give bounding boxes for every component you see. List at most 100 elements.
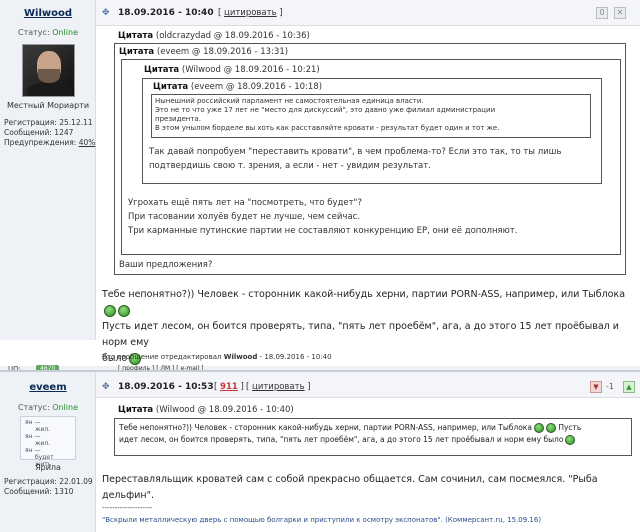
quote-title-4: Цитата (eveem @ 18.09.2016 - 10:18) — [153, 82, 322, 92]
post-body: Переставляльщик кроватей сам с собой пре… — [102, 474, 598, 501]
post-date: 18.09.2016 - 10:53 — [118, 382, 214, 392]
warn-value[interactable]: 40% — [79, 138, 96, 147]
quote-title: Цитата (Wilwood @ 18.09.2016 - 10:40) — [118, 405, 294, 415]
quote-title-3: Цитата (Wilwood @ 18.09.2016 - 10:21) — [144, 65, 320, 75]
quote-title-2: Цитата (eveem @ 18.09.2016 - 13:31) — [119, 47, 288, 57]
rating-box[interactable]: 0 — [596, 7, 608, 19]
quote-link-label[interactable]: цитировать — [224, 8, 277, 18]
quote-4-line: В этом унылом борделе вы хоть как расста… — [155, 124, 500, 132]
meme-line: ян — — [25, 433, 41, 440]
post-eveem: eveem Статус: Online ян — жил. ян — жил.… — [0, 372, 640, 532]
post-header: ✥ 18.09.2016 - 10:53 [ 911 ] [ цитироват… — [96, 372, 640, 398]
vote-up-icon[interactable]: ▲ — [623, 381, 635, 393]
signature-quote: "Вскрыли металлическую дверь с помощью б… — [102, 516, 443, 524]
quote-link-label[interactable]: цитировать — [252, 382, 305, 392]
quote-meta: (eveem @ 18.09.2016 - 10:18) — [190, 82, 323, 92]
quote-2: Цитата (Wilwood @ 18.09.2016 - 10:21) Ци… — [121, 59, 621, 255]
quote-text: Тебе непонятно?)) Человек - сторонник ка… — [119, 423, 532, 432]
author-username[interactable]: eveem — [0, 382, 96, 393]
quote-meta: (Wilwood @ 18.09.2016 - 10:40) — [155, 405, 294, 415]
quote-4-line: Это не то что уже 17 лет не "место для д… — [155, 106, 496, 114]
reg-value: 22.01.09 — [59, 477, 93, 486]
smiley-icon — [533, 423, 544, 433]
signature-divider: -------------------- — [102, 504, 153, 512]
quote-button[interactable]: [ цитировать ] — [246, 382, 311, 392]
smiley-icon — [565, 435, 576, 445]
quote-4-line: президента. — [155, 115, 201, 123]
close-icon[interactable]: ✕ — [614, 7, 626, 19]
quote-meta: (eveem @ 18.09.2016 - 13:31) — [156, 47, 289, 57]
author-status: Статус: Online — [0, 28, 96, 37]
quote-outer: Цитата (eveem @ 18.09.2016 - 13:31) Цита… — [114, 43, 626, 275]
quote-box: Тебе непонятно?)) Человек - сторонник ка… — [114, 418, 632, 456]
rating-value: -1 — [606, 382, 614, 391]
post-anchor-icon[interactable]: ✥ — [102, 382, 112, 392]
vote-down-icon[interactable]: ▼ — [590, 381, 602, 393]
quote-2-line: При тасовании холуёв будет не лучше, чем… — [128, 212, 361, 222]
quote-label: Цитата — [119, 47, 155, 57]
quote-4-line: Нынешний российский парламент не самосто… — [155, 97, 424, 105]
avatar — [22, 44, 75, 97]
meme-line: жил. — [35, 440, 51, 447]
quote-meta: (Wilwood @ 18.09.2016 - 10:21) — [181, 65, 320, 75]
user-title: Ярила — [35, 463, 61, 472]
post-main: ✥ 18.09.2016 - 10:53 [ 911 ] [ цитироват… — [96, 372, 640, 532]
quote-3-text: Так давай попробуем "переставить кровати… — [149, 145, 599, 173]
post-main: ✥ 18.09.2016 - 10:40 [ цитировать ] 0 ✕ … — [96, 0, 640, 365]
rating-link[interactable]: [ 911 ] — [214, 382, 244, 392]
post-anchor-icon[interactable]: ✥ — [102, 8, 112, 18]
author-username[interactable]: Wilwood — [0, 8, 96, 19]
quote-text: Пусть — [558, 423, 582, 432]
reg-label: Регистрация: — [4, 118, 57, 127]
meme-line: ян — — [25, 419, 41, 426]
signature-source: (Коммерсант.ru, 15.09.16) — [445, 516, 542, 524]
edited-author: Wilwood — [223, 353, 258, 361]
author-stats: Регистрация: 22.01.09 Сообщений: 1310 — [4, 477, 96, 497]
body-line: Пусть идет лесом, он боится проверять, т… — [102, 321, 619, 348]
quote-label: Цитата — [144, 65, 180, 75]
avatar-meme: ян — жил. ян — жил. ян — будет жить. — [20, 416, 76, 468]
quote-2-text: Угрохать ещё пять лет на "посмотреть, чт… — [128, 196, 614, 238]
rating-number[interactable]: 911 — [220, 382, 238, 392]
edited-prefix: Это сообщение отредактировал — [102, 353, 222, 361]
warn-label: Предупреждения: — [4, 138, 77, 147]
quote-outer-text: Ваши предложения? — [119, 260, 213, 270]
quote-4: Нынешний российский парламент не самосто… — [151, 94, 591, 138]
quote-button[interactable]: [ цитировать ] — [218, 8, 283, 18]
smiley-icon — [545, 423, 556, 433]
quote-label: Цитата — [118, 405, 154, 415]
quote-text: идет лесом, он боится проверять, типа, "… — [119, 435, 564, 444]
quote-label: Цитата — [153, 82, 189, 92]
quote-meta: (oldcrazydad @ 18.09.2016 - 10:36) — [155, 31, 310, 41]
quote-line: Тебе непонятно?)) Человек - сторонник ка… — [119, 422, 627, 434]
quote-label: Цитата — [118, 31, 154, 41]
author-status: Статус: Online — [0, 403, 96, 412]
reg-value: 25.12.11 — [59, 118, 93, 127]
author-sidebar: Wilwood Статус: Online Местный Мориарти … — [0, 0, 96, 340]
status-online: Online — [52, 28, 78, 37]
smiley-icon — [118, 304, 130, 317]
msgs-label: Сообщений: — [4, 487, 52, 496]
edited-date: - 18.09.2016 - 10:40 — [259, 353, 332, 361]
author-stats: Регистрация: 25.12.11 Сообщений: 1247 Пр… — [4, 118, 96, 148]
reg-label: Регистрация: — [4, 477, 57, 486]
quote-3-line: Так давай попробуем "переставить кровати… — [149, 147, 562, 157]
status-online: Online — [52, 403, 78, 412]
post-wilwood: Wilwood Статус: Online Местный Мориарти … — [0, 0, 640, 365]
smiley-icon — [104, 304, 116, 317]
msgs-label: Сообщений: — [4, 128, 52, 137]
author-sidebar: eveem Статус: Online ян — жил. ян — жил.… — [0, 372, 96, 532]
quote-title-outer: Цитата (oldcrazydad @ 18.09.2016 - 10:36… — [118, 31, 310, 41]
msgs-value: 1310 — [54, 487, 74, 496]
body-line: Тебе непонятно?)) Человек - сторонник ка… — [102, 289, 626, 300]
quote-3-line: подтвердишь свою т. зрения, а если - нет… — [149, 161, 431, 171]
post-date: 18.09.2016 - 10:40 — [118, 8, 214, 18]
quote-3: Цитата (eveem @ 18.09.2016 - 10:18) Ныне… — [142, 78, 602, 184]
edited-note: Это сообщение отредактировал Wilwood - 1… — [102, 353, 332, 361]
quote-2-line: Угрохать ещё пять лет на "посмотреть, чт… — [128, 198, 362, 208]
user-title: Местный Мориарти — [6, 101, 90, 110]
msgs-value: 1247 — [54, 128, 74, 137]
post-header: ✥ 18.09.2016 - 10:40 [ цитировать ] 0 ✕ — [96, 0, 640, 26]
status-label: Статус: — [18, 28, 50, 37]
signature: "Вскрыли металлическую дверь с помощью б… — [102, 516, 541, 524]
